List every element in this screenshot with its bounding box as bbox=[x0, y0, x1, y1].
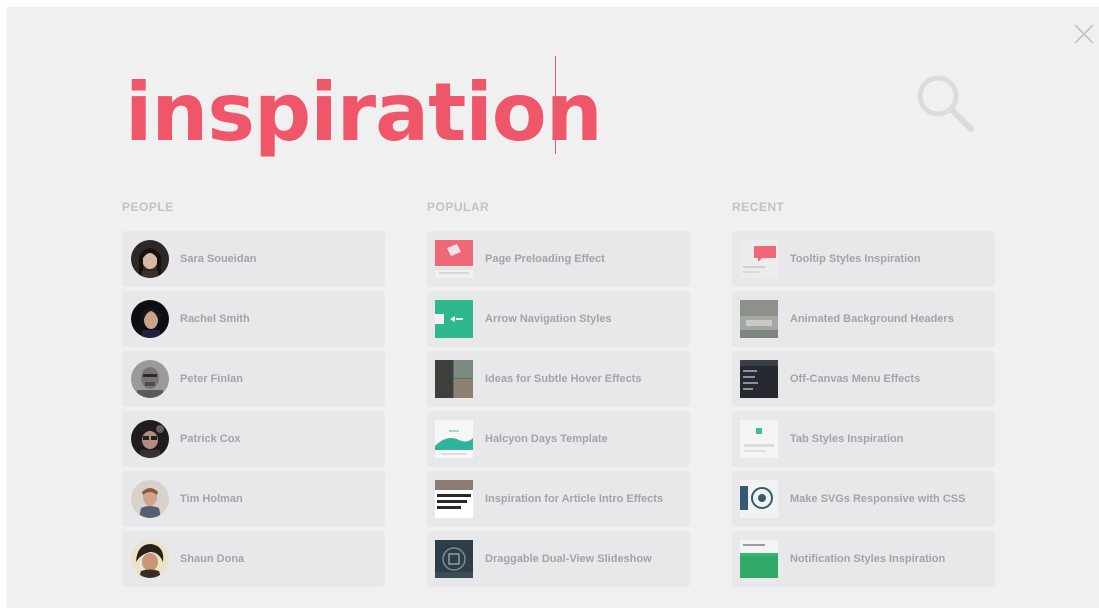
article-thumbnail bbox=[740, 480, 778, 518]
popular-item-draggable-dual-view-slideshow[interactable]: Draggable Dual-View Slideshow bbox=[427, 531, 690, 587]
recent-item-make-svgs-responsive-with-css[interactable]: Make SVGs Responsive with CSS bbox=[732, 471, 995, 527]
person-name: Tim Holman bbox=[180, 493, 243, 505]
article-title: Off-Canvas Menu Effects bbox=[790, 373, 921, 385]
article-thumbnail bbox=[435, 420, 473, 458]
recent-item-animated-background-headers[interactable]: Animated Background Headers bbox=[732, 291, 995, 347]
avatar bbox=[131, 300, 169, 338]
article-title: Arrow Navigation Styles bbox=[485, 313, 612, 325]
person-item-sara-soueidan[interactable]: Sara Soueidan bbox=[122, 231, 385, 287]
person-name: Peter Finlan bbox=[180, 373, 243, 385]
article-thumbnail bbox=[740, 540, 778, 578]
article-title: Page Preloading Effect bbox=[485, 253, 605, 265]
person-item-rachel-smith[interactable]: Rachel Smith bbox=[122, 291, 385, 347]
article-thumbnail bbox=[435, 540, 473, 578]
popular-column: POPULAR Page Preloading Effect Arrow Nav… bbox=[427, 199, 690, 591]
recent-heading: RECENT bbox=[732, 200, 785, 214]
article-title: Ideas for Subtle Hover Effects bbox=[485, 373, 642, 385]
article-thumbnail bbox=[740, 300, 778, 338]
close-icon[interactable] bbox=[1073, 23, 1095, 45]
article-thumbnail bbox=[740, 240, 778, 278]
article-thumbnail bbox=[435, 480, 473, 518]
person-name: Rachel Smith bbox=[180, 313, 250, 325]
recent-item-notification-styles-inspiration[interactable]: Notification Styles Inspiration bbox=[732, 531, 995, 587]
article-title: Tooltip Styles Inspiration bbox=[790, 253, 921, 265]
avatar bbox=[131, 360, 169, 398]
search-button[interactable] bbox=[915, 73, 977, 135]
people-column: PEOPLE Sara Soueidan Rachel Smith Peter … bbox=[122, 199, 385, 591]
article-thumbnail bbox=[435, 360, 473, 398]
person-item-tim-holman[interactable]: Tim Holman bbox=[122, 471, 385, 527]
popular-item-arrow-navigation-styles[interactable]: Arrow Navigation Styles bbox=[427, 291, 690, 347]
person-name: Sara Soueidan bbox=[180, 253, 257, 265]
people-heading: PEOPLE bbox=[122, 200, 174, 214]
article-thumbnail bbox=[435, 300, 473, 338]
search-input[interactable] bbox=[125, 57, 885, 167]
popular-item-inspiration-for-article-intro-effects[interactable]: Inspiration for Article Intro Effects bbox=[427, 471, 690, 527]
search-overlay: PEOPLE Sara Soueidan bbox=[7, 7, 1099, 608]
popular-heading: POPULAR bbox=[427, 200, 490, 214]
close-button[interactable] bbox=[1073, 23, 1095, 45]
article-title: Notification Styles Inspiration bbox=[790, 553, 946, 565]
article-title: Tab Styles Inspiration bbox=[790, 433, 904, 445]
popular-item-halcyon-days-template[interactable]: Halcyon Days Template bbox=[427, 411, 690, 467]
person-item-peter-finlan[interactable]: Peter Finlan bbox=[122, 351, 385, 407]
person-name: Shaun Dona bbox=[180, 553, 245, 565]
article-title: Halcyon Days Template bbox=[485, 433, 608, 445]
avatar bbox=[131, 240, 169, 278]
person-item-shaun-dona[interactable]: Shaun Dona bbox=[122, 531, 385, 587]
article-title: Draggable Dual-View Slideshow bbox=[485, 553, 652, 565]
popular-item-page-preloading-effect[interactable]: Page Preloading Effect bbox=[427, 231, 690, 287]
avatar bbox=[131, 540, 169, 578]
article-title: Make SVGs Responsive with CSS bbox=[790, 493, 966, 505]
recent-column: RECENT Tooltip Styles Inspiration Animat… bbox=[732, 199, 995, 591]
recent-item-off-canvas-menu-effects[interactable]: Off-Canvas Menu Effects bbox=[732, 351, 995, 407]
recent-item-tooltip-styles-inspiration[interactable]: Tooltip Styles Inspiration bbox=[732, 231, 995, 287]
avatar bbox=[131, 420, 169, 458]
article-thumbnail bbox=[740, 360, 778, 398]
article-title: Inspiration for Article Intro Effects bbox=[485, 493, 664, 505]
person-item-patrick-cox[interactable]: Patrick Cox bbox=[122, 411, 385, 467]
person-name: Patrick Cox bbox=[180, 433, 241, 445]
popular-item-ideas-for-subtle-hover-effects[interactable]: Ideas for Subtle Hover Effects bbox=[427, 351, 690, 407]
article-thumbnail bbox=[740, 420, 778, 458]
article-title: Animated Background Headers bbox=[790, 313, 954, 325]
article-thumbnail bbox=[435, 240, 473, 278]
recent-item-tab-styles-inspiration[interactable]: Tab Styles Inspiration bbox=[732, 411, 995, 467]
search-icon[interactable] bbox=[915, 73, 977, 135]
avatar bbox=[131, 480, 169, 518]
text-caret bbox=[555, 56, 556, 154]
